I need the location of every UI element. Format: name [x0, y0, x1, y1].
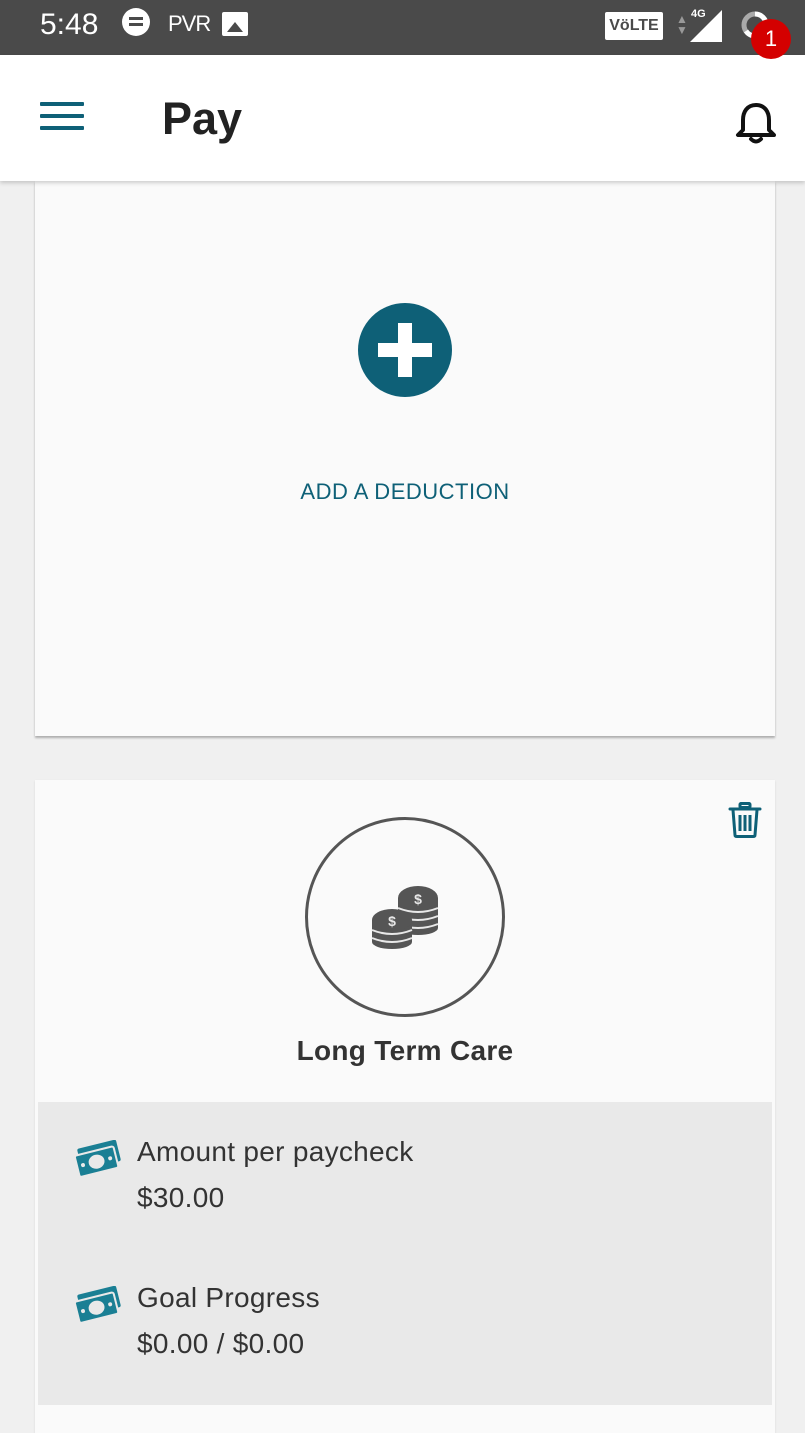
data-activity-icon: ▲ ▼ — [676, 12, 688, 37]
trash-icon[interactable] — [728, 802, 762, 838]
chat-notification-icon — [122, 8, 150, 36]
detail-label: Goal Progress — [137, 1282, 320, 1313]
notification-badge: 1 — [751, 19, 791, 59]
menu-icon[interactable] — [40, 102, 84, 134]
detail-value: $30.00 — [137, 1182, 225, 1213]
deduction-name: Long Term Care — [296, 1035, 514, 1066]
svg-text:$: $ — [388, 913, 396, 929]
detail-value: $0.00 / $0.00 — [137, 1328, 305, 1359]
deduction-details: Amount per paycheck $30.00 Goal Progress… — [38, 1102, 772, 1405]
add-deduction-card[interactable]: ADD A DEDUCTION — [35, 181, 775, 736]
gallery-notification-icon — [222, 12, 248, 36]
detail-row-amount: Amount per paycheck $30.00 — [38, 1136, 772, 1236]
money-icon — [74, 1286, 121, 1324]
deduction-card: $ $ Long Term Care Amount per paycheck $… — [35, 780, 775, 1433]
status-carrier-label: PVR — [168, 11, 211, 36]
money-icon — [74, 1140, 121, 1178]
network-type-label: 4G — [691, 8, 706, 20]
detail-row-goal-progress: Goal Progress $0.00 / $0.00 — [38, 1282, 772, 1382]
status-time: 5:48 — [40, 8, 99, 41]
volte-badge: VöLTE — [605, 12, 663, 40]
status-bar: 5:48 PVR VöLTE ▲ ▼ 4G — [0, 0, 805, 55]
detail-label: Amount per paycheck — [137, 1136, 414, 1167]
app-bar: Pay — [0, 55, 805, 181]
add-deduction-link[interactable]: ADD A DEDUCTION — [35, 479, 775, 505]
bell-icon[interactable] — [732, 99, 780, 147]
deduction-category-badge: $ $ — [305, 817, 505, 1017]
svg-text:$: $ — [414, 891, 422, 907]
page-title: Pay — [162, 93, 243, 144]
plus-icon[interactable] — [358, 303, 452, 397]
coins-icon: $ $ — [371, 886, 439, 949]
